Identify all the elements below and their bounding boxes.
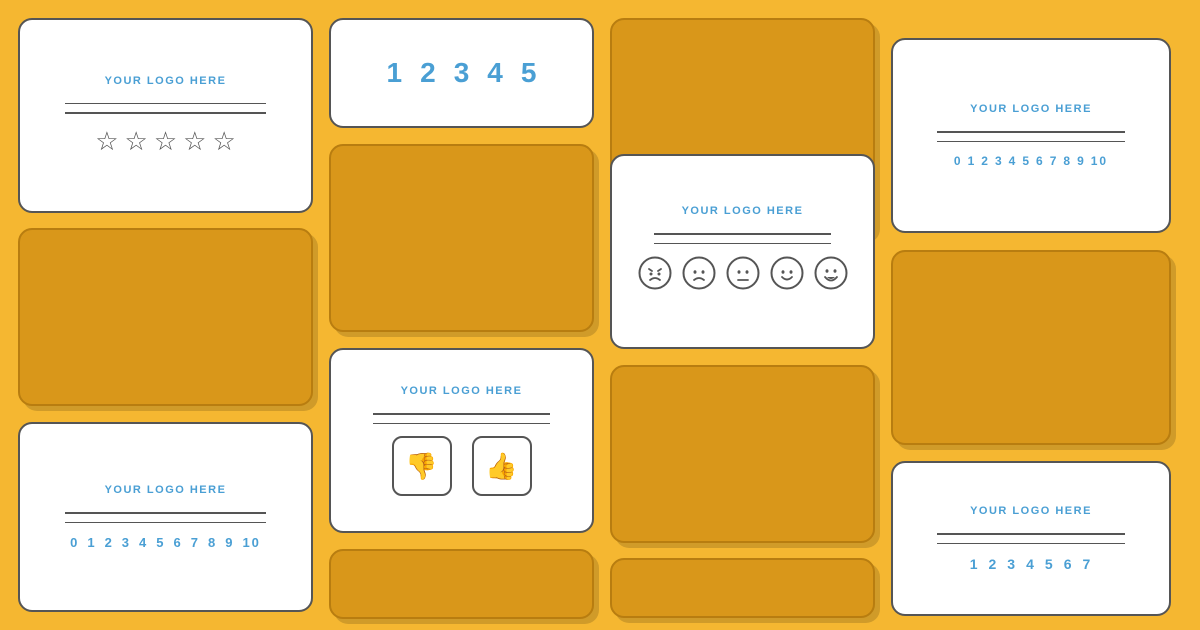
card-logo-stars: YOUR LoGo HERE ☆ ☆ ☆ ☆ ☆ [18, 18, 313, 213]
divider-r2b [937, 543, 1126, 545]
divider-3b [65, 522, 266, 524]
card-gold-6 [610, 558, 875, 618]
card-logo-thumbs: YOUR LOGO HERE 👎 👍 [329, 348, 594, 533]
divider-emojis [654, 233, 831, 235]
thumbs-down-box: 👎 [392, 436, 452, 496]
divider-3 [65, 512, 266, 514]
card-logo-emojis: YOUR LOGO HERE [610, 154, 875, 349]
star-3: ☆ [154, 126, 177, 157]
divider-r1 [937, 131, 1126, 133]
emoji-neutral [726, 256, 760, 298]
divider-thumbs2 [373, 423, 550, 425]
card-logo-scale-0-10-left: YOUR LOGO HERE 012345678910 [18, 422, 313, 612]
divider-emojis2 [654, 243, 831, 245]
card-logo-scale-1-7-right: YOUR LOGO HERE 1234567 [891, 461, 1171, 616]
thumbs-up-box: 👍 [472, 436, 532, 496]
thumbs-up-icon: 👍 [485, 451, 517, 482]
emoji-sad [682, 256, 716, 298]
divider-r1b [937, 141, 1126, 143]
star-1: ☆ [95, 126, 118, 157]
divider [65, 103, 266, 105]
scale-0-10-left: 012345678910 [70, 535, 261, 550]
divider2 [65, 112, 266, 114]
scale-1-5-numbers: 1 2 3 4 5 [387, 57, 537, 89]
scale-1-7-right: 1234567 [970, 556, 1093, 572]
star-4: ☆ [183, 126, 206, 157]
scale-0-10-right: 012345678910 [954, 154, 1108, 168]
stars-display: ☆ ☆ ☆ ☆ ☆ [95, 126, 236, 157]
emoji-happy [770, 256, 804, 298]
divider-r2 [937, 533, 1126, 535]
star-2: ☆ [125, 126, 148, 157]
logo-text-3: YOUR LOGO HERE [105, 484, 227, 496]
card-gold-5 [610, 365, 875, 543]
emoji-angry [638, 256, 672, 298]
logo-text-right-1: YOUR LOGO HERE [970, 103, 1092, 115]
emoji-display [638, 256, 848, 298]
logo-text: YOUR LoGo HERE [105, 75, 227, 87]
card-logo-scale-0-10-right: YOUR LOGO HERE 012345678910 [891, 38, 1171, 233]
thumbs-display: 👎 👍 [392, 436, 532, 496]
logo-text-thumbs: YOUR LOGO HERE [401, 385, 523, 397]
card-scale-1-5: 1 2 3 4 5 [329, 18, 594, 128]
main-layout: YOUR LoGo HERE ☆ ☆ ☆ ☆ ☆ YOUR LOGO HERE … [0, 0, 1200, 630]
star-5: ☆ [212, 126, 235, 157]
thumbs-down-icon: 👎 [405, 451, 437, 482]
card-gold-3 [329, 549, 594, 619]
divider-thumbs [373, 413, 550, 415]
emoji-very-happy [814, 256, 848, 298]
logo-text-emojis: YOUR LOGO HERE [682, 205, 804, 217]
card-gold-7 [891, 250, 1171, 445]
logo-text-right-2: YOUR LOGO HERE [970, 505, 1092, 517]
card-gold-1 [18, 228, 313, 406]
card-gold-2 [329, 144, 594, 332]
